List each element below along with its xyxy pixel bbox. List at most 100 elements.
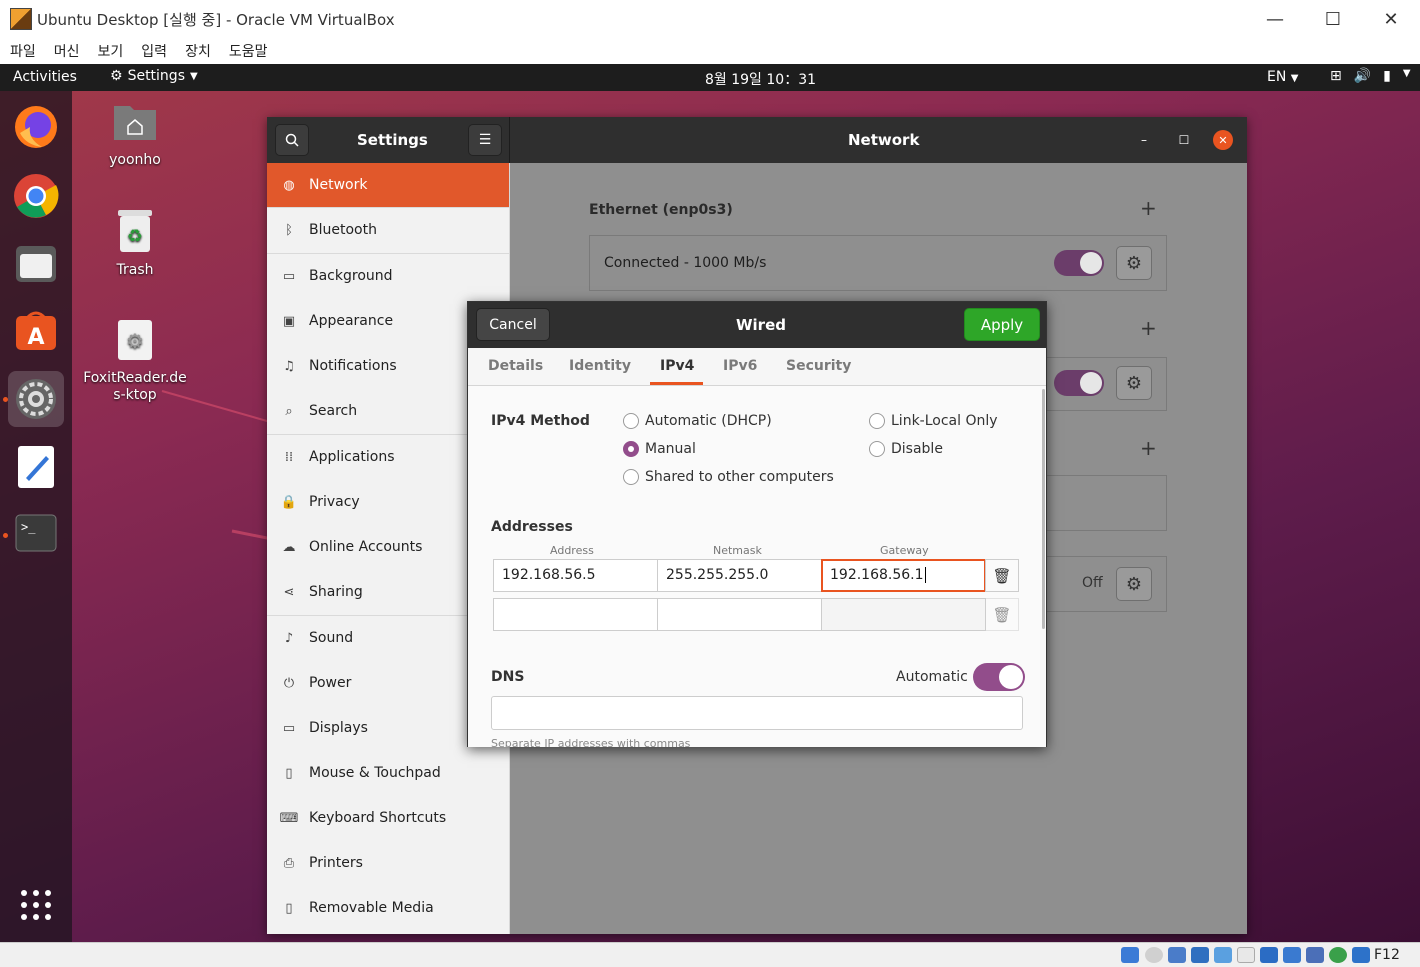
trash-icon: ♻	[118, 210, 152, 252]
gateway-field-empty[interactable]	[821, 598, 986, 631]
shared-folders-icon[interactable]	[1237, 947, 1255, 963]
sidebar-item-label: Sharing	[309, 584, 363, 600]
radio-label: Shared to other computers	[645, 469, 834, 485]
dock-settings[interactable]	[8, 371, 64, 427]
add-ethernet-button[interactable]: +	[1140, 196, 1157, 220]
connection-toggle[interactable]	[1054, 370, 1104, 396]
menu-view[interactable]: 보기	[98, 41, 124, 61]
dialog-scrollbar[interactable]	[1042, 389, 1045, 629]
sidebar-item-keyboard-shortcuts[interactable]: ⌨ Keyboard Shortcuts	[267, 796, 509, 840]
tab-details[interactable]: Details	[488, 358, 543, 374]
network-icon: ⊞	[1330, 68, 1342, 84]
gateway-field[interactable]: 192.168.56.1	[821, 559, 986, 592]
dock-software[interactable]: A	[8, 303, 64, 359]
sidebar-item-mouse-touchpad[interactable]: ▯ Mouse & Touchpad	[267, 751, 509, 795]
storage-icon[interactable]	[1121, 947, 1139, 963]
menu-machine[interactable]: 머신	[54, 41, 80, 61]
desktop-icon-home[interactable]: yoonho	[80, 100, 190, 168]
hamburger-menu-button[interactable]: ☰	[468, 124, 502, 156]
running-indicator	[3, 533, 8, 538]
share-icon: ⋖	[283, 584, 295, 600]
activities-button[interactable]: Activities	[13, 69, 77, 85]
tab-ipv4[interactable]: IPv4	[660, 358, 694, 374]
virtualization-icon[interactable]	[1306, 947, 1324, 963]
sidebar-item-label: Online Accounts	[309, 539, 423, 555]
sidebar-item-removable-media[interactable]: ▯ Removable Media	[267, 886, 509, 930]
window-close-button[interactable]: ✕	[1213, 130, 1233, 150]
files-icon	[16, 246, 56, 282]
show-applications-button[interactable]	[8, 877, 64, 933]
add-connection-button[interactable]: +	[1140, 316, 1157, 340]
close-button[interactable]: ✕	[1362, 0, 1420, 38]
video-capture-icon[interactable]	[1283, 947, 1301, 963]
ethernet-toggle[interactable]	[1054, 250, 1104, 276]
dock-text-editor[interactable]	[8, 439, 64, 495]
desktop-icon-foxitreader[interactable]: ⚙ FoxitReader.des-ktop	[80, 318, 190, 404]
tab-security[interactable]: Security	[786, 358, 851, 374]
connection-status: Connected - 1000 Mb/s	[604, 255, 767, 271]
keyboard-capture-icon[interactable]	[1352, 947, 1370, 963]
menu-devices[interactable]: 장치	[185, 41, 211, 61]
search-button[interactable]	[275, 124, 309, 156]
delete-address-button[interactable]: 🗑	[985, 559, 1019, 592]
radio-shared[interactable]: Shared to other computers	[623, 469, 834, 485]
dock-chrome[interactable]	[8, 168, 64, 224]
dock-terminal[interactable]: >_	[8, 505, 64, 561]
menu-file[interactable]: 파일	[10, 41, 36, 61]
address-field-empty[interactable]	[493, 598, 658, 631]
minimize-button[interactable]: —	[1246, 0, 1304, 38]
dns-hint: Separate IP addresses with commas	[491, 737, 691, 747]
proxy-settings-button[interactable]: ⚙	[1116, 567, 1152, 601]
dns-input[interactable]	[491, 696, 1023, 730]
desktop-icon-label: yoonho	[109, 152, 161, 168]
apply-button[interactable]: Apply	[964, 308, 1040, 341]
svg-text:♻: ♻	[127, 226, 143, 247]
caret-down-icon: ▼	[1402, 68, 1411, 79]
app-menu[interactable]: ⚙ Settings ▼	[110, 68, 198, 84]
dock-files[interactable]	[8, 236, 64, 292]
display-icon[interactable]	[1260, 947, 1278, 963]
system-tray[interactable]: ⊞ 🔊 ▮ ▼	[1330, 68, 1411, 84]
terminal-icon: >_	[15, 514, 57, 552]
radio-disable[interactable]: Disable	[869, 441, 943, 457]
sidebar-item-label: Bluetooth	[309, 222, 377, 238]
window-maximize-button[interactable]: ☐	[1174, 130, 1194, 150]
optical-drive-icon[interactable]	[1145, 947, 1163, 963]
cancel-button[interactable]: Cancel	[476, 308, 550, 341]
radio-automatic-dhcp[interactable]: Automatic (DHCP)	[623, 413, 772, 429]
column-header-address: Address	[550, 544, 594, 557]
usb-icon[interactable]	[1214, 947, 1232, 963]
maximize-button[interactable]: ☐	[1304, 0, 1362, 38]
address-field[interactable]: 192.168.56.5	[493, 559, 658, 592]
sidebar-item-bluetooth[interactable]: ᛒ Bluetooth	[267, 208, 509, 252]
menu-help[interactable]: 도움말	[229, 41, 268, 61]
dock-firefox[interactable]	[8, 99, 64, 155]
netmask-field-empty[interactable]	[657, 598, 822, 631]
mouse-integration-icon[interactable]	[1329, 947, 1347, 963]
grid-icon: ⁞⁞	[284, 449, 294, 465]
menu-input[interactable]: 입력	[141, 41, 167, 61]
language-indicator[interactable]: EN ▼	[1267, 69, 1298, 85]
window-minimize-button[interactable]: –	[1134, 130, 1154, 150]
sidebar-item-label: Background	[309, 268, 393, 284]
desktop-icon-trash[interactable]: ♻ Trash	[80, 208, 190, 278]
netmask-field[interactable]: 255.255.255.0	[657, 559, 822, 592]
ethernet-settings-button[interactable]: ⚙	[1116, 246, 1152, 280]
add-vpn-button[interactable]: +	[1140, 436, 1157, 460]
audio-icon[interactable]	[1168, 947, 1186, 963]
sidebar-item-printers[interactable]: ⎙ Printers	[267, 841, 509, 885]
running-indicator	[3, 397, 8, 402]
radio-indicator	[623, 469, 639, 485]
network-adapter-icon[interactable]	[1191, 947, 1209, 963]
virtualbox-menubar: 파일 머신 보기 입력 장치 도움말	[0, 38, 1420, 64]
sidebar-item-network[interactable]: ◍ Network	[267, 163, 509, 207]
tab-identity[interactable]: Identity	[569, 358, 631, 374]
dns-automatic-toggle[interactable]	[973, 663, 1025, 691]
radio-link-local[interactable]: Link-Local Only	[869, 413, 998, 429]
tab-ipv6[interactable]: IPv6	[723, 358, 757, 374]
hamburger-icon: ☰	[478, 132, 492, 148]
sidebar-item-background[interactable]: ▭ Background	[267, 254, 509, 298]
connection-settings-button[interactable]: ⚙	[1116, 366, 1152, 400]
radio-manual[interactable]: Manual	[623, 441, 696, 457]
clock[interactable]: 8월 19일 10：31	[705, 69, 816, 89]
